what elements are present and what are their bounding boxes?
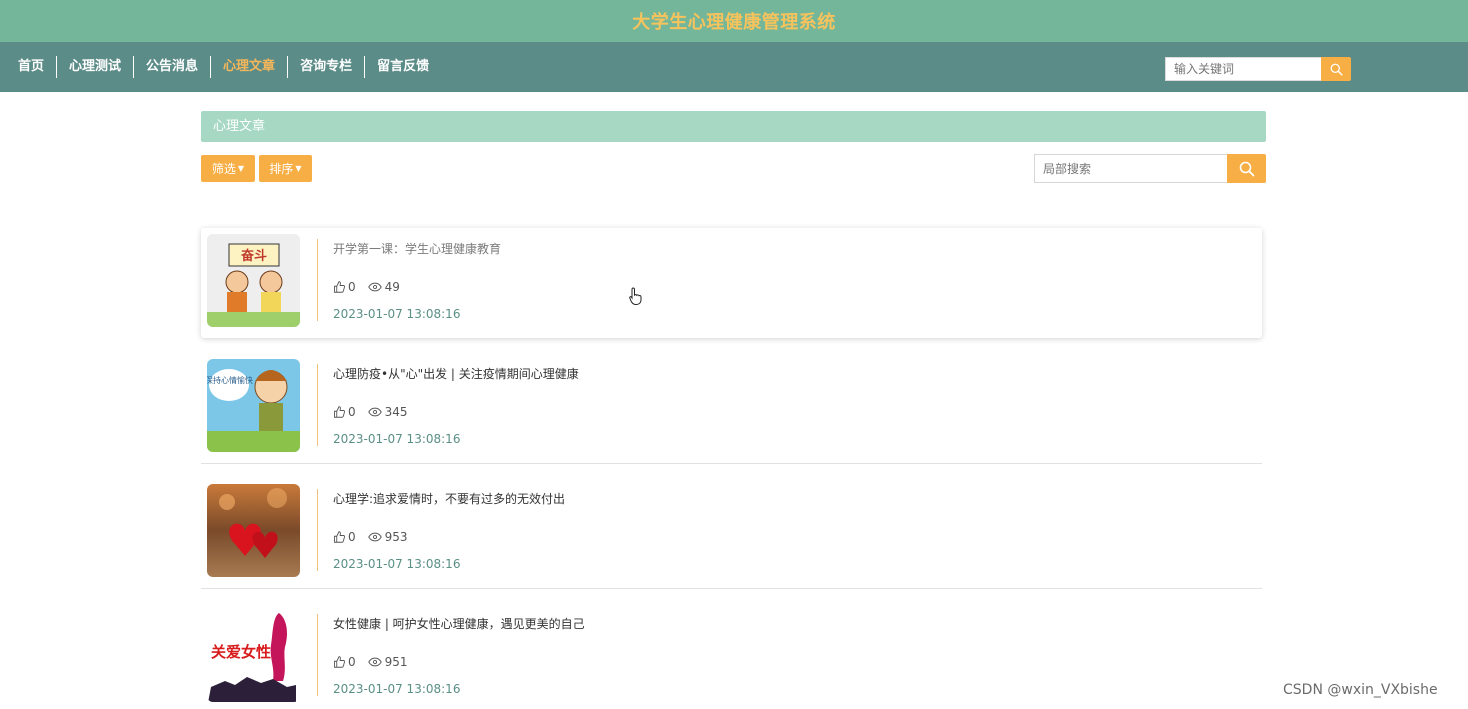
section-title: 心理文章 [213, 119, 266, 134]
filter-button-label: 筛选 [211, 162, 236, 176]
sort-button-label: 排序 [269, 162, 294, 176]
like-count: 0 [348, 405, 356, 419]
like-count: 0 [348, 655, 356, 669]
user-menu-label: 我的 [1391, 102, 1416, 117]
article-date: 2023-01-07 13:08:16 [333, 307, 461, 321]
article-thumbnail: 奋斗 [207, 234, 300, 327]
thumbs-up-icon [334, 656, 345, 668]
thumb-text: 关爱女性 [211, 643, 271, 661]
like-stat[interactable]: 0 [333, 405, 356, 419]
thumb-text: 保持心情愉快 [207, 375, 253, 385]
like-stat[interactable]: 0 [333, 530, 356, 544]
caret-down-icon: ▼ [237, 164, 245, 173]
site-header: 大学生心理健康管理系统 [0, 0, 1468, 42]
article-item[interactable]: 心理学:追求爱情时，不要有过多的无效付出 0 953 2023-01-07 13… [201, 478, 1262, 589]
thumb-text: 奋斗 [240, 248, 267, 264]
nav-item-psych-test[interactable]: 心理测试 [56, 56, 133, 78]
article-title[interactable]: 心理学:追求爱情时，不要有过多的无效付出 [333, 490, 565, 507]
nav-item-consult[interactable]: 咨询专栏 [287, 56, 364, 78]
thumbs-up-icon [334, 406, 345, 418]
nav-search-box [1165, 57, 1351, 81]
article-title[interactable]: 女性健康 | 呵护女性心理健康，遇见更美的自己 [333, 615, 585, 632]
like-count: 0 [348, 280, 356, 294]
article-stats: 0 951 [333, 655, 420, 669]
nav-item-announcements[interactable]: 公告消息 [133, 56, 210, 78]
nav-item-feedback[interactable]: 留言反馈 [364, 56, 441, 78]
view-count: 951 [384, 655, 408, 669]
divider [317, 489, 318, 571]
nav-menu: 首页 心理测试 公告消息 心理文章 咨询专栏 留言反馈 [6, 42, 441, 92]
eye-icon [367, 532, 382, 542]
article-date: 2023-01-07 13:08:16 [333, 557, 461, 571]
filter-button[interactable]: 筛选 ▼ [201, 155, 255, 182]
women-health-image: 关爱女性 [207, 609, 300, 702]
article-title[interactable]: 心理防疫•从"心"出发 | 关注疫情期间心理健康 [333, 365, 579, 382]
article-item[interactable]: 保持心情愉快 心理防疫•从"心"出发 | 关注疫情期间心理健康 0 345 20… [201, 353, 1262, 464]
article-stats: 0 953 [333, 530, 420, 544]
sort-button[interactable]: 排序 ▼ [259, 155, 312, 182]
article-title[interactable]: 开学第一课：学生心理健康教育 [333, 240, 501, 257]
like-count: 0 [348, 530, 356, 544]
view-count: 49 [384, 280, 400, 294]
divider [317, 614, 318, 696]
search-icon [1239, 161, 1254, 176]
article-date: 2023-01-07 13:08:16 [333, 432, 461, 446]
thumbs-up-icon [334, 531, 345, 543]
caret-down-icon: ▼ [295, 164, 302, 173]
divider [317, 239, 318, 321]
nav-search-input[interactable] [1165, 57, 1321, 81]
article-thumbnail [207, 484, 300, 577]
thumbs-up-icon [334, 281, 345, 293]
view-count: 953 [384, 530, 408, 544]
view-stat: 345 [367, 405, 408, 419]
cartoon-girl-image: 保持心情愉快 [207, 359, 300, 452]
user-menu[interactable]: 我的 ▼ [1391, 84, 1430, 134]
local-search-input[interactable] [1034, 154, 1227, 183]
local-search-box [1034, 154, 1266, 183]
view-count: 345 [384, 405, 408, 419]
caret-down-icon: ▼ [1424, 104, 1431, 114]
article-stats: 0 49 [333, 280, 412, 294]
article-item[interactable]: 奋斗 开学第一课：学生心理健康教育 0 49 2023-01-07 13:08:… [201, 228, 1262, 338]
article-date: 2023-01-07 13:08:16 [333, 682, 461, 696]
cartoon-kids-image: 奋斗 [207, 234, 300, 327]
section-header: 心理文章 [201, 111, 1266, 142]
local-search-button[interactable] [1227, 154, 1266, 183]
eye-icon [367, 657, 382, 667]
search-icon [1330, 63, 1343, 76]
article-thumbnail: 保持心情愉快 [207, 359, 300, 452]
view-stat: 951 [367, 655, 408, 669]
hand-cursor-icon [629, 287, 642, 305]
view-stat: 953 [367, 530, 408, 544]
article-stats: 0 345 [333, 405, 420, 419]
article-thumbnail: 关爱女性 [207, 609, 300, 702]
divider [317, 364, 318, 446]
hearts-image [207, 484, 300, 577]
nav-item-home[interactable]: 首页 [6, 56, 56, 78]
nav-search-button[interactable] [1321, 57, 1351, 81]
like-stat[interactable]: 0 [333, 655, 356, 669]
eye-icon [367, 282, 382, 292]
site-title: 大学生心理健康管理系统 [632, 12, 836, 33]
csdn-watermark: CSDN @wxin_VXbishe [1283, 682, 1438, 698]
article-item[interactable]: 关爱女性 女性健康 | 呵护女性心理健康，遇见更美的自己 0 951 2023-… [201, 603, 1262, 709]
nav-item-articles[interactable]: 心理文章 [210, 56, 287, 78]
like-stat[interactable]: 0 [333, 280, 356, 294]
eye-icon [367, 407, 382, 417]
view-stat: 49 [367, 280, 400, 294]
